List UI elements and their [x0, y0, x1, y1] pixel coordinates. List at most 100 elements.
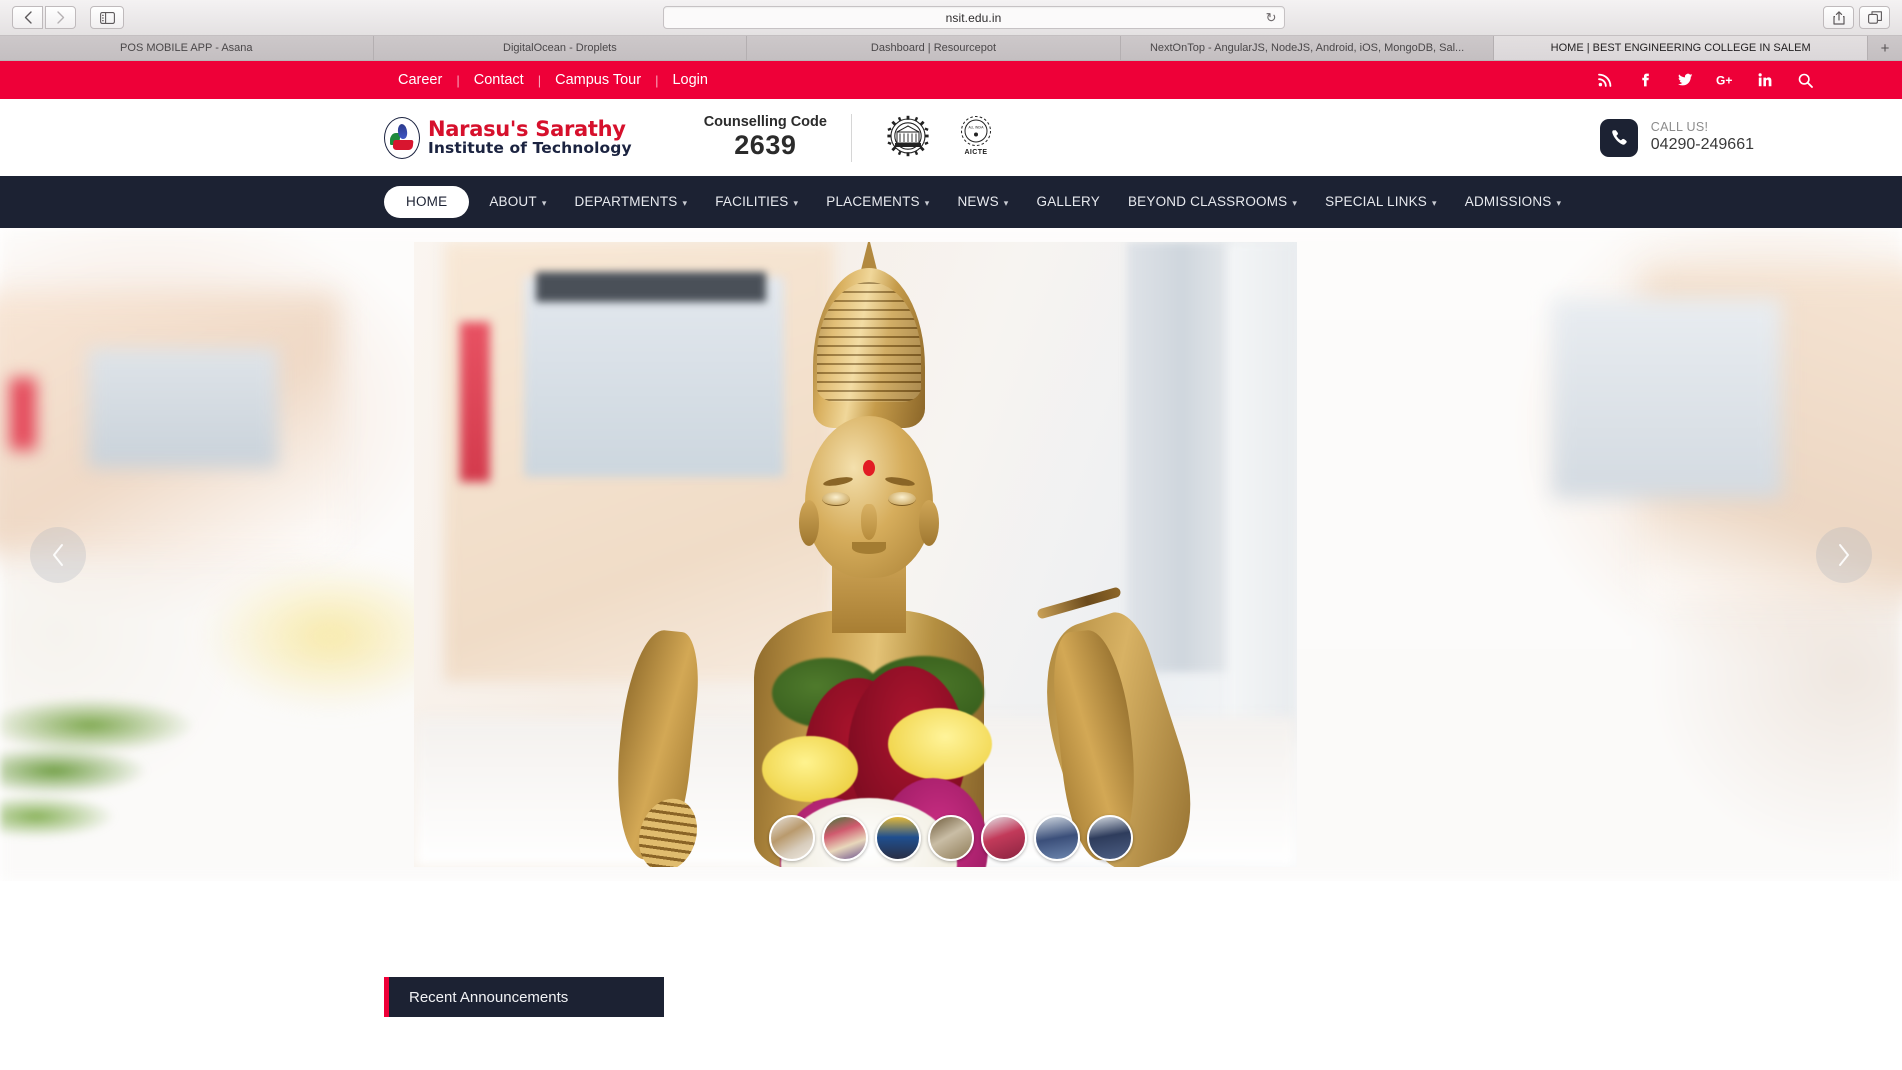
rss-icon[interactable] [1596, 71, 1614, 89]
nav-button-group [12, 6, 76, 29]
carousel-next-button[interactable] [1816, 526, 1872, 583]
nav-item-placements[interactable]: PLACEMENTS ▾ [812, 176, 943, 228]
chevron-down-icon: ▾ [541, 198, 547, 208]
browser-tab[interactable]: Dashboard | Resourcepot [747, 36, 1121, 60]
nav-label: BEYOND CLASSROOMS [1127, 194, 1288, 209]
anna-university-logo [887, 115, 929, 156]
accreditation-anna-university [884, 114, 932, 162]
call-us-number[interactable]: 04290-249661 [1651, 135, 1754, 155]
chevron-down-icon: ▾ [1003, 198, 1009, 208]
nav-label: FACILITIES [715, 194, 789, 209]
new-tab-button[interactable]: + [1867, 36, 1902, 60]
call-us-block[interactable]: CALL US! 04290-249661 [1599, 118, 1842, 157]
social-links: G+ [1596, 71, 1874, 89]
carousel-thumb-campus-building[interactable] [875, 815, 921, 861]
nav-label: GALLERY [1036, 194, 1100, 209]
link-campus-tour[interactable]: Campus Tour [541, 72, 655, 88]
saraswati-statue [608, 242, 1212, 867]
forward-button[interactable] [45, 6, 76, 29]
nav-label: SPECIAL LINKS [1325, 194, 1428, 209]
hero-bg-decor [1552, 298, 1782, 498]
sidebar-toggle-button[interactable] [90, 6, 124, 29]
sidebar-toggle-icon [99, 11, 115, 24]
nav-item-about[interactable]: ABOUT ▾ [475, 176, 560, 228]
main-navigation: HOME ABOUT ▾ DEPARTMENTS ▾ FACILITIES ▾ PLA… [0, 176, 1902, 228]
nav-label: NEWS [957, 194, 999, 209]
browser-tab[interactable]: NextOnTop - AngularJS, NodeJS, Android, … [1120, 36, 1495, 60]
chevron-right-icon [56, 11, 64, 24]
recent-announcements-header: Recent Announcements [384, 977, 664, 1017]
browser-tab-active[interactable]: HOME | BEST ENGINEERING COLLEGE IN SALEM [1494, 36, 1868, 60]
tab-overview-icon [1867, 11, 1882, 24]
svg-text:ALL INDIA: ALL INDIA [968, 125, 984, 129]
google-plus-icon[interactable]: G+ [1716, 71, 1734, 89]
utility-topbar: Career | Contact | Campus Tour | Login G… [0, 61, 1902, 99]
accreditation-aicte: ALL INDIA AICTE [954, 114, 998, 162]
logo-line-1: Narasu's Sarathy [428, 117, 626, 142]
browser-tab[interactable]: POS MOBILE APP - Asana [0, 36, 374, 60]
nav-item-facilities[interactable]: FACILITIES ▾ [701, 176, 812, 228]
carousel-thumb-assembly[interactable] [1034, 815, 1080, 861]
carousel-thumb-statue[interactable] [769, 815, 815, 861]
chevron-down-icon: ▾ [682, 198, 688, 208]
logo-emblem-icon [384, 116, 420, 159]
nav-item-special-links[interactable]: SPECIAL LINKS ▾ [1311, 176, 1451, 228]
reload-icon[interactable]: ↻ [1266, 10, 1277, 26]
url-bar[interactable]: nsit.edu.in ↻ [662, 6, 1285, 29]
aicte-label: AICTE [964, 148, 988, 156]
link-login[interactable]: Login [658, 72, 721, 88]
hero-bg-decor [88, 348, 278, 468]
share-icon [1832, 10, 1845, 25]
tab-overview-button[interactable] [1859, 6, 1890, 29]
hero-bg-decor [10, 378, 36, 450]
chevron-left-icon [53, 543, 63, 566]
nav-item-news[interactable]: NEWS ▾ [943, 176, 1022, 228]
counselling-code-label: Counselling Code [703, 113, 827, 130]
svg-text:G+: G+ [1716, 74, 1732, 88]
url-bar-wrapper: nsit.edu.in ↻ [130, 6, 1817, 29]
share-button[interactable] [1823, 6, 1854, 29]
nav-item-gallery[interactable]: GALLERY [1023, 176, 1114, 228]
nav-label: DEPARTMENTS [574, 194, 678, 209]
phone-icon [1599, 118, 1638, 157]
chevron-down-icon: ▾ [1556, 198, 1562, 208]
nav-item-home[interactable]: HOME [384, 186, 470, 218]
tab-strip: POS MOBILE APP - Asana DigitalOcean - Dr… [0, 35, 1902, 60]
search-icon[interactable] [1796, 71, 1814, 89]
recent-announcements-title: Recent Announcements [409, 988, 569, 1006]
web-page: Career | Contact | Campus Tour | Login G… [0, 61, 1902, 1070]
utility-links: Career | Contact | Campus Tour | Login [384, 72, 722, 88]
chevron-down-icon: ▾ [793, 198, 799, 208]
facebook-icon[interactable] [1636, 71, 1654, 89]
carousel-prev-button[interactable] [30, 526, 86, 583]
nav-item-departments[interactable]: DEPARTMENTS ▾ [561, 176, 702, 228]
carousel-thumb-auditorium[interactable] [928, 815, 974, 861]
browser-tab[interactable]: DigitalOcean - Droplets [373, 36, 748, 60]
nav-item-admissions[interactable]: ADMISSIONS ▾ [1451, 176, 1575, 228]
chevron-down-icon: ▾ [1292, 198, 1298, 208]
carousel-thumbnails [769, 815, 1133, 861]
carousel-thumb-group-photo[interactable] [822, 815, 868, 861]
carousel-thumb-hall[interactable] [1087, 815, 1133, 861]
chevron-down-icon: ▾ [1432, 198, 1437, 208]
url-text: nsit.edu.in [945, 10, 1002, 25]
site-logo[interactable]: Narasu's Sarathy Institute of Technology [384, 116, 632, 159]
call-us-label: CALL US! [1650, 119, 1709, 134]
browser-toolbar: nsit.edu.in ↻ [0, 0, 1902, 35]
aicte-logo: ALL INDIA AICTE [954, 114, 998, 162]
hero-bg-palm-leaves [0, 691, 300, 881]
linkedin-icon[interactable] [1756, 71, 1774, 89]
counselling-code-value: 2639 [734, 130, 797, 161]
nav-label: PLACEMENTS [826, 194, 920, 209]
toolbar-right-buttons [1823, 6, 1890, 29]
nav-item-beyond-classrooms[interactable]: BEYOND CLASSROOMS ▾ [1114, 176, 1311, 228]
call-text: CALL US! 04290-249661 [1651, 120, 1754, 156]
link-contact[interactable]: Contact [460, 72, 538, 88]
link-career[interactable]: Career [384, 72, 456, 88]
carousel-thumb-students[interactable] [981, 815, 1027, 861]
back-button[interactable] [12, 6, 43, 29]
nav-label: ABOUT [489, 194, 537, 209]
logo-line-2: Institute of Technology [428, 139, 632, 158]
counselling-code-block: Counselling Code 2639 [704, 114, 827, 162]
twitter-icon[interactable] [1676, 71, 1694, 89]
